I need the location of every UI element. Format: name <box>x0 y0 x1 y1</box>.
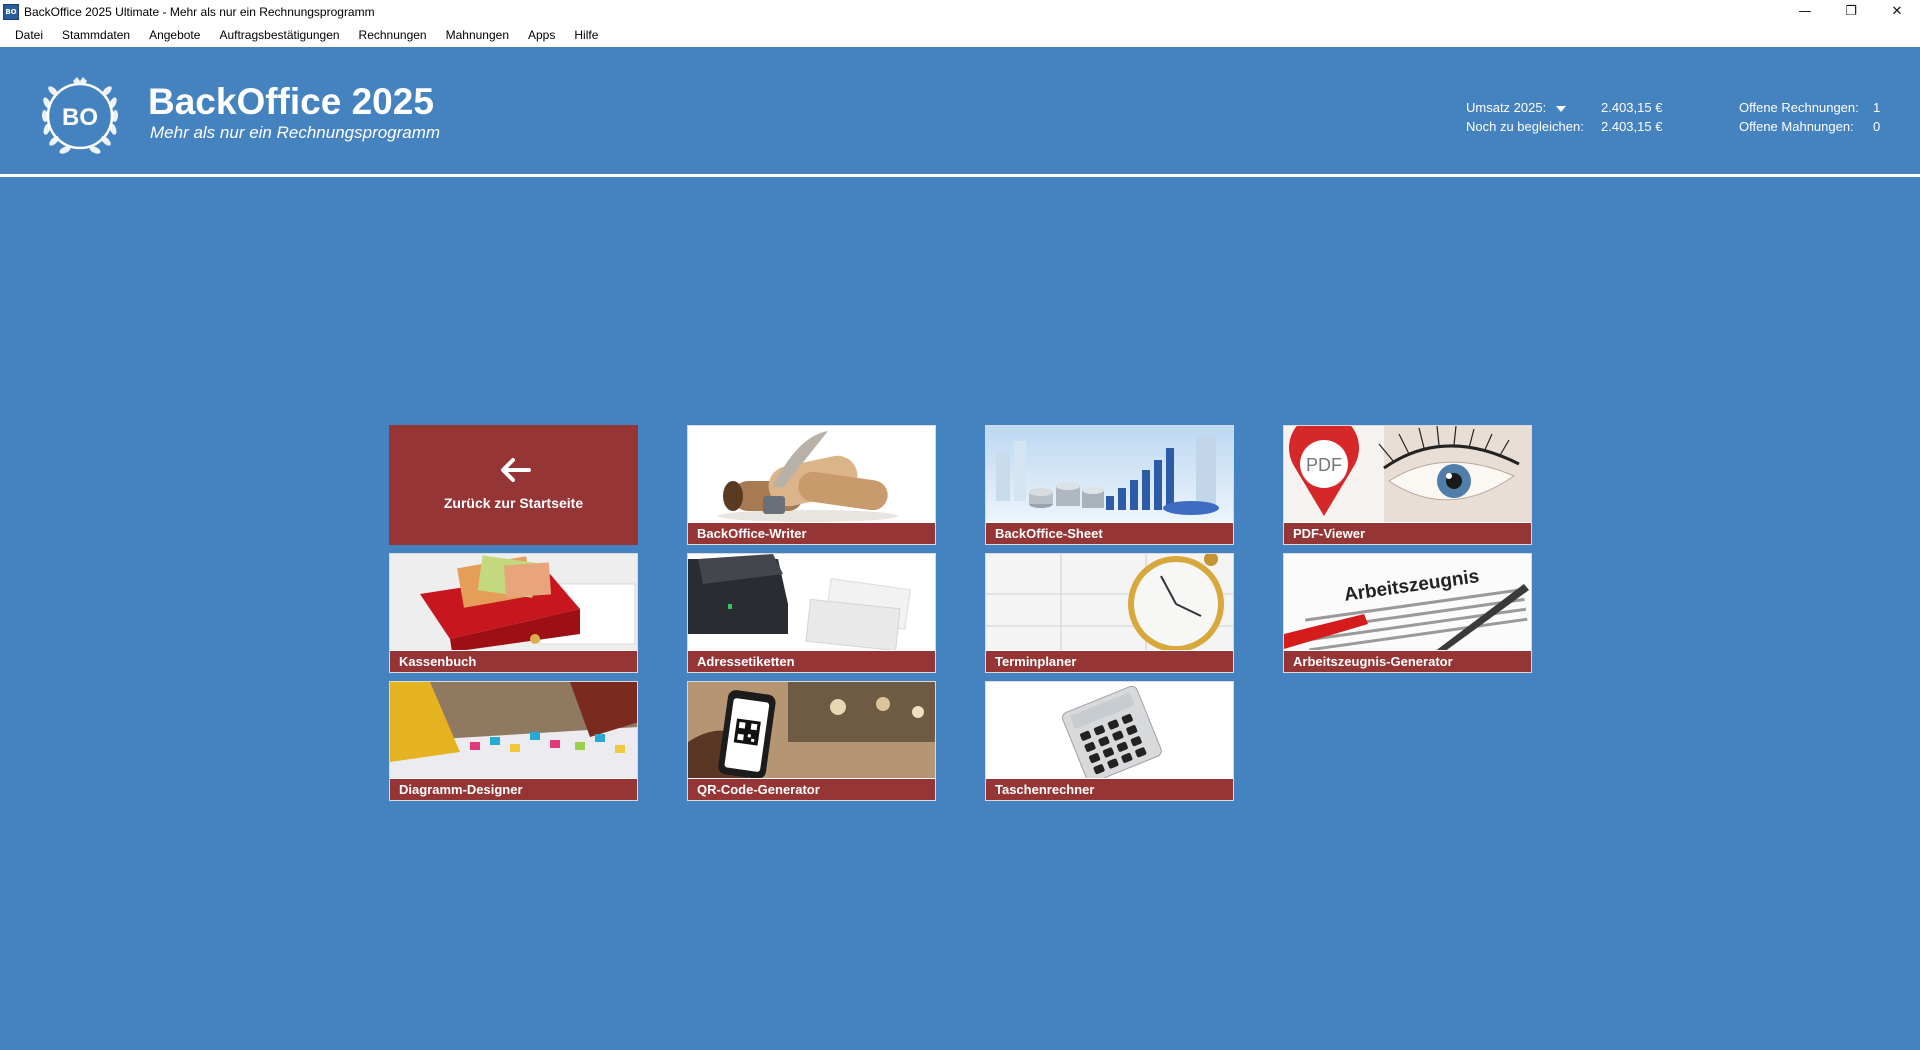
arbeitszeugnis-generator-tile[interactable]: Arbeitszeugnis Arbeitszeugnis-Generator <box>1283 553 1532 673</box>
menu-auftragsbestaetigungen[interactable]: Auftragsbestätigungen <box>212 23 346 47</box>
backoffice-writer-label: BackOffice-Writer <box>688 522 935 544</box>
backoffice-writer-tile[interactable]: BackOffice-Writer <box>687 425 936 545</box>
calculator-icon <box>986 682 1233 780</box>
taschenrechner-label: Taschenrechner <box>986 778 1233 800</box>
title-bar: BO BackOffice 2025 Ultimate - Mehr als n… <box>0 0 1920 23</box>
svg-text:BO: BO <box>62 104 98 131</box>
calendar-clock-icon <box>986 554 1233 652</box>
backoffice-sheet-tile[interactable]: BackOffice-Sheet <box>985 425 1234 545</box>
arbeitszeugnis-generator-label: Arbeitszeugnis-Generator <box>1284 650 1531 672</box>
revenue-stats-labels: Umsatz 2025: Noch zu begleichen: <box>1466 98 1584 136</box>
umsatz-label: Umsatz 2025: <box>1466 100 1547 115</box>
umsatz-row[interactable]: Umsatz 2025: <box>1466 98 1584 117</box>
qr-code-generator-tile[interactable]: QR-Code-Generator <box>687 681 936 801</box>
svg-text:PDF: PDF <box>1306 455 1342 475</box>
offene-rechnungen-label: Offene Rechnungen: <box>1739 100 1859 115</box>
open-items-labels: Offene Rechnungen: Offene Mahnungen: <box>1739 98 1859 136</box>
menu-apps[interactable]: Apps <box>521 23 562 47</box>
menu-angebote[interactable]: Angebote <box>142 23 207 47</box>
qr-code-generator-label: QR-Code-Generator <box>688 778 935 800</box>
pdf-viewer-label: PDF-Viewer <box>1284 522 1531 544</box>
umsatz-value: 2.403,15 € <box>1601 100 1663 115</box>
kassenbuch-label: Kassenbuch <box>390 650 637 672</box>
label-printer-icon <box>688 554 935 652</box>
pdf-viewer-tile[interactable]: PDF PDF-Viewer <box>1283 425 1532 545</box>
backoffice-sheet-label: BackOffice-Sheet <box>986 522 1233 544</box>
cash-box-icon <box>390 554 637 652</box>
kassenbuch-tile[interactable]: Kassenbuch <box>389 553 638 673</box>
menu-rechnungen[interactable]: Rechnungen <box>352 23 434 47</box>
terminplaner-label: Terminplaner <box>986 650 1233 672</box>
year-dropdown-icon[interactable] <box>1556 105 1567 112</box>
offene-rechnungen-value: 1 <box>1873 100 1881 115</box>
app-icon: BO <box>3 3 19 20</box>
diagramm-designer-tile[interactable]: Diagramm-Designer <box>389 681 638 801</box>
ausgleich-value: 2.403,15 € <box>1601 119 1663 134</box>
revenue-stats-values: 2.403,15 € 2.403,15 € <box>1601 98 1662 136</box>
adressetiketten-label: Adressetiketten <box>688 650 935 672</box>
window-title: BackOffice 2025 Ultimate - Mehr als nur … <box>24 4 375 19</box>
menu-hilfe[interactable]: Hilfe <box>567 23 605 47</box>
back-to-start-tile[interactable]: Zurück zur Startseite <box>389 425 638 545</box>
minimize-button[interactable]: — <box>1782 0 1828 23</box>
pdf-eye-icon: PDF <box>1284 426 1531 524</box>
header-divider <box>0 174 1920 177</box>
menu-datei[interactable]: Datei <box>8 23 50 47</box>
brand-title: BackOffice 2025 <box>148 81 434 122</box>
bar-chart-coins-icon <box>986 426 1233 524</box>
planning-board-icon <box>390 682 637 780</box>
parchment-quill-icon <box>688 426 935 524</box>
terminplaner-tile[interactable]: Terminplaner <box>985 553 1234 673</box>
phone-qr-code-icon <box>688 682 935 780</box>
menu-bar: Datei Stammdaten Angebote Auftragsbestät… <box>0 23 1920 47</box>
menu-mahnungen[interactable]: Mahnungen <box>439 23 516 47</box>
menu-stammdaten[interactable]: Stammdaten <box>55 23 137 47</box>
ausgleich-label: Noch zu begleichen: <box>1466 119 1584 134</box>
restore-button[interactable]: ❐ <box>1828 0 1874 23</box>
logo-laurel-icon: BO <box>41 77 119 154</box>
back-to-start-label: Zurück zur Startseite <box>443 495 584 511</box>
offene-mahnungen-label: Offene Mahnungen: <box>1739 119 1854 134</box>
brand-subtitle: Mehr als nur ein Rechnungsprogramm <box>150 123 441 142</box>
arrow-left-icon <box>501 458 531 482</box>
diagramm-designer-label: Diagramm-Designer <box>390 778 637 800</box>
window-controls: — ❐ ✕ <box>1782 0 1920 23</box>
adressetiketten-tile[interactable]: Adressetiketten <box>687 553 936 673</box>
open-items-values: 1 0 <box>1873 98 1880 136</box>
taschenrechner-tile[interactable]: Taschenrechner <box>985 681 1234 801</box>
document-pen-icon: Arbeitszeugnis <box>1284 554 1531 652</box>
close-button[interactable]: ✕ <box>1874 0 1920 23</box>
offene-mahnungen-value: 0 <box>1873 119 1881 134</box>
